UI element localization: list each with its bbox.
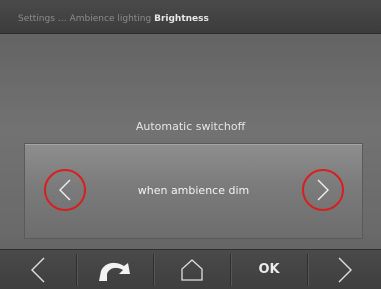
home-button[interactable] (154, 250, 230, 289)
triangle-right-icon (337, 257, 353, 283)
breadcrumb-current: Brightness (154, 14, 209, 24)
return-arrow-icon (95, 257, 135, 283)
return-button[interactable] (77, 250, 153, 289)
forward-button[interactable] (308, 250, 381, 289)
chevron-right-icon (316, 178, 330, 202)
home-icon (180, 258, 204, 282)
breadcrumb-path: Settings … Ambience lighting (18, 14, 152, 24)
ok-button[interactable]: OK (231, 250, 307, 289)
setting-label: Automatic switchoff (135, 120, 246, 133)
ok-label: OK (258, 262, 280, 277)
breadcrumb: Settings … Ambience lighting Brightness (0, 0, 381, 34)
back-button[interactable] (0, 250, 76, 289)
screen: Settings … Ambience lighting Brightness … (0, 0, 381, 289)
triangle-left-icon (30, 257, 46, 283)
option-selector: when ambience dim (24, 143, 363, 239)
next-option-button[interactable] (302, 169, 344, 211)
bottom-toolbar: OK (0, 249, 381, 289)
